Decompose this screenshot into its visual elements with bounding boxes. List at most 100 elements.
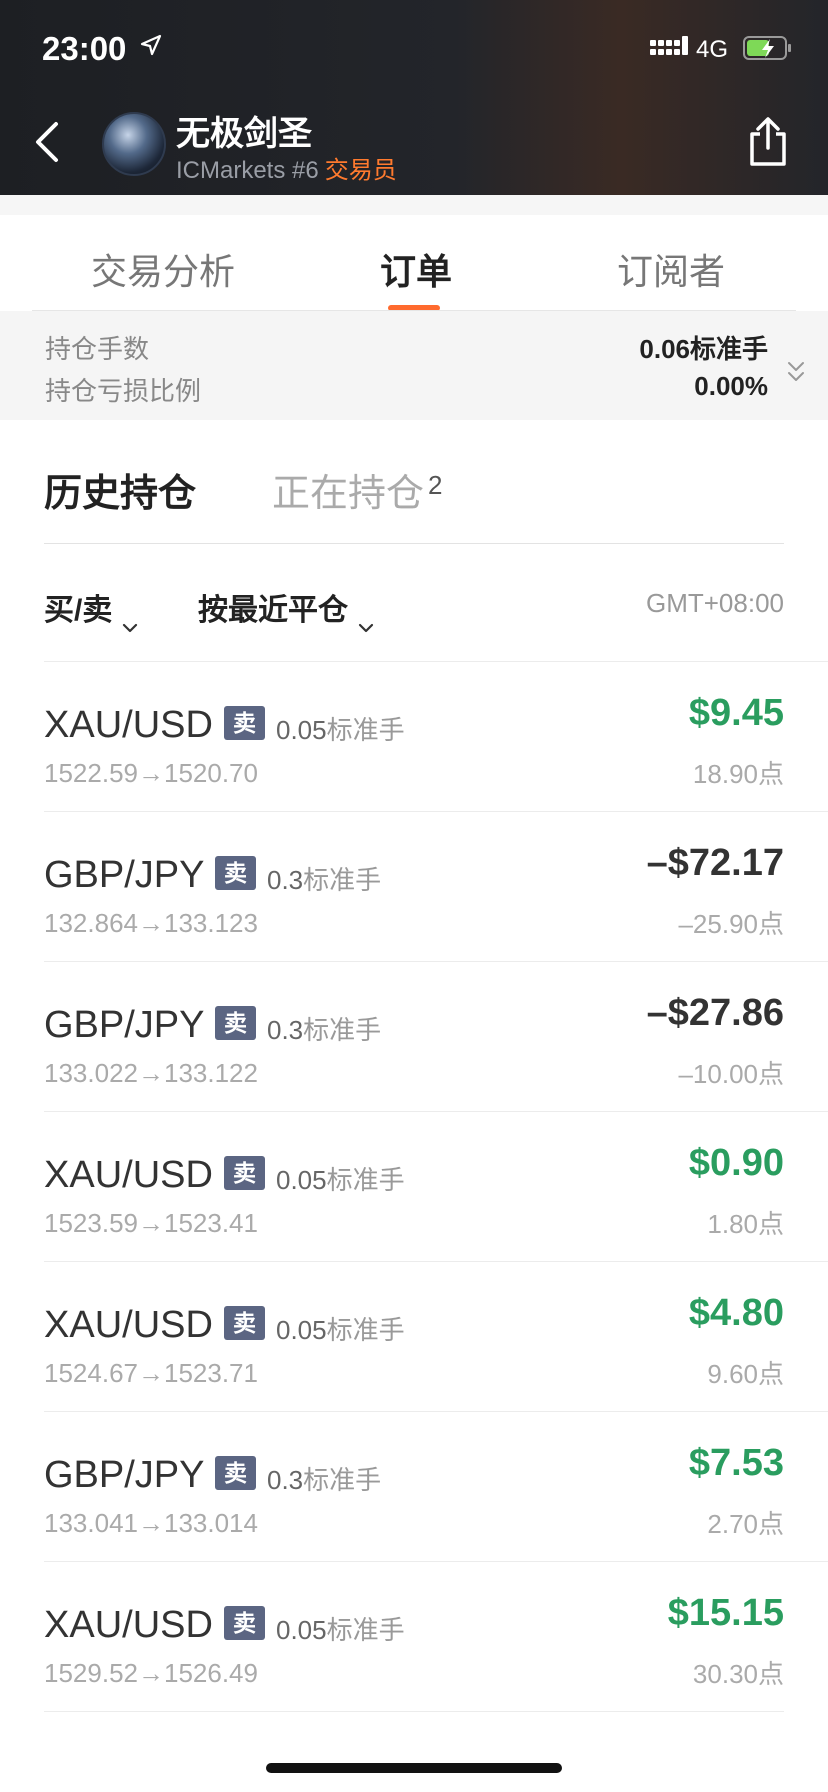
order-lots-value: 0.3 bbox=[267, 865, 304, 895]
status-bar: 23:00 4G bbox=[0, 26, 828, 76]
sort-filter-label: 按最近平仓 bbox=[198, 594, 348, 627]
signal-icon bbox=[650, 36, 688, 62]
separator bbox=[0, 195, 828, 215]
order-lots-value: 0.05 bbox=[276, 715, 327, 745]
order-profit: $4.80 bbox=[688, 1292, 784, 1334]
order-points: 1.80点 bbox=[707, 1209, 784, 1239]
order-profit: $7.53 bbox=[688, 1442, 784, 1484]
sort-filter-dropdown[interactable]: 按最近平仓 bbox=[198, 585, 374, 633]
loss-ratio-label: 持仓亏损比例 bbox=[45, 376, 202, 406]
status-time: 23:00 bbox=[42, 30, 127, 67]
order-lots: 0.3标准手 bbox=[267, 860, 381, 897]
lots-label: 持仓手数 bbox=[45, 334, 150, 364]
order-lots: 0.05标准手 bbox=[276, 710, 405, 747]
order-profit: –$27.86 bbox=[646, 992, 784, 1034]
order-prices: 1524.67→1523.71 bbox=[44, 1358, 258, 1388]
order-side-badge: 卖 bbox=[224, 706, 265, 740]
order-lots-unit: 标准手 bbox=[303, 1465, 382, 1495]
order-lots: 0.3标准手 bbox=[267, 1010, 381, 1047]
order-lots-unit: 标准手 bbox=[303, 865, 382, 895]
order-lots-unit: 标准手 bbox=[326, 1165, 405, 1195]
order-row[interactable]: XAU/USD 卖 0.05标准手 1524.67→1523.71 $4.80 … bbox=[44, 1261, 828, 1411]
trader-subtitle: ICMarkets #6 交易员 bbox=[176, 150, 397, 185]
order-prices: 1523.59→1523.41 bbox=[44, 1208, 258, 1238]
order-row[interactable]: GBP/JPY 卖 0.3标准手 133.041→133.014 $7.53 2… bbox=[44, 1411, 828, 1561]
order-side-badge: 卖 bbox=[224, 1156, 265, 1190]
order-points: –10.00点 bbox=[678, 1059, 784, 1089]
back-arrow-icon[interactable] bbox=[28, 118, 68, 166]
order-lots-value: 0.05 bbox=[276, 1615, 327, 1645]
chevron-down-icon bbox=[122, 607, 138, 633]
order-symbol: XAU/USD bbox=[44, 704, 213, 746]
order-side-badge: 卖 bbox=[215, 1456, 256, 1490]
share-icon[interactable] bbox=[746, 116, 790, 168]
order-lots-value: 0.3 bbox=[267, 1015, 304, 1045]
order-symbol: GBP/JPY bbox=[44, 1454, 205, 1496]
order-points: –25.90点 bbox=[678, 909, 784, 939]
divider bbox=[44, 543, 784, 544]
side-filter-dropdown[interactable]: 买/卖 bbox=[44, 585, 138, 633]
battery-icon bbox=[743, 36, 793, 62]
order-lots-unit: 标准手 bbox=[326, 715, 405, 745]
tab-orders[interactable]: 订单 bbox=[380, 243, 452, 295]
open-positions-count: 2 bbox=[428, 470, 443, 500]
order-profit: $0.90 bbox=[688, 1142, 784, 1184]
network-type: 4G bbox=[696, 36, 729, 63]
order-symbol: XAU/USD bbox=[44, 1304, 213, 1346]
open-positions-label: 正在持仓 bbox=[272, 473, 425, 515]
order-row[interactable]: GBP/JPY 卖 0.3标准手 133.022→133.122 –$27.86… bbox=[44, 961, 828, 1111]
order-prices: 1529.52→1526.49 bbox=[44, 1658, 258, 1688]
order-lots-unit: 标准手 bbox=[326, 1615, 405, 1645]
expand-chevron-icon[interactable] bbox=[786, 359, 806, 387]
avatar[interactable] bbox=[102, 112, 166, 176]
order-lots: 0.05标准手 bbox=[276, 1310, 405, 1347]
chevron-down-icon bbox=[358, 607, 374, 633]
order-points: 2.70点 bbox=[707, 1509, 784, 1539]
order-points: 9.60点 bbox=[707, 1359, 784, 1389]
order-side-badge: 卖 bbox=[224, 1606, 265, 1640]
timezone-label: GMT+08:00 bbox=[645, 588, 784, 618]
order-symbol: GBP/JPY bbox=[44, 1004, 205, 1046]
order-row[interactable]: XAU/USD 卖 0.05标准手 1522.59→1520.70 $9.45 … bbox=[44, 661, 828, 811]
top-bar: 23:00 4G 无极剑圣 ICMarkets #6 交易员 bbox=[0, 0, 828, 195]
order-lots-unit: 标准手 bbox=[303, 1015, 382, 1045]
main-tabs: 交易分析 订单 订阅者 bbox=[0, 215, 828, 311]
broker-label: ICMarkets #6 bbox=[176, 157, 319, 184]
order-points: 30.30点 bbox=[692, 1659, 784, 1689]
order-side-badge: 卖 bbox=[215, 856, 256, 890]
tab-analysis[interactable]: 交易分析 bbox=[91, 243, 235, 295]
order-side-badge: 卖 bbox=[215, 1006, 256, 1040]
order-profit: –$72.17 bbox=[646, 842, 784, 884]
orders-list: XAU/USD 卖 0.05标准手 1522.59→1520.70 $9.45 … bbox=[0, 661, 828, 1712]
tab-open-positions[interactable]: 正在持仓 2 bbox=[272, 462, 442, 517]
order-symbol: GBP/JPY bbox=[44, 854, 205, 896]
order-lots: 0.3标准手 bbox=[267, 1460, 381, 1497]
order-prices: 133.041→133.014 bbox=[44, 1508, 258, 1538]
order-lots-value: 0.05 bbox=[276, 1165, 327, 1195]
order-lots-value: 0.3 bbox=[267, 1465, 304, 1495]
order-prices: 133.022→133.122 bbox=[44, 1058, 258, 1088]
order-profit: $9.45 bbox=[688, 692, 784, 734]
order-row[interactable]: XAU/USD 卖 0.05标准手 1529.52→1526.49 $15.15… bbox=[44, 1561, 828, 1711]
order-row[interactable]: XAU/USD 卖 0.05标准手 1523.59→1523.41 $0.90 … bbox=[44, 1111, 828, 1261]
trader-name: 无极剑圣 bbox=[176, 115, 312, 153]
nav-bar: 无极剑圣 ICMarkets #6 交易员 bbox=[0, 100, 828, 190]
lots-value: 0.06标准手 bbox=[639, 334, 768, 364]
order-prices: 132.864→133.123 bbox=[44, 908, 258, 938]
order-lots: 0.05标准手 bbox=[276, 1610, 405, 1647]
position-summary[interactable]: 持仓手数 0.06标准手 持仓亏损比例 0.00% bbox=[0, 311, 828, 420]
order-lots-value: 0.05 bbox=[276, 1315, 327, 1345]
order-lots-unit: 标准手 bbox=[326, 1315, 405, 1345]
tab-subscribers[interactable]: 订阅者 bbox=[617, 243, 725, 295]
order-symbol: XAU/USD bbox=[44, 1154, 213, 1196]
loss-ratio-value: 0.00% bbox=[694, 371, 768, 401]
divider bbox=[44, 1711, 784, 1712]
side-filter-label: 买/卖 bbox=[44, 594, 113, 627]
order-lots: 0.05标准手 bbox=[276, 1160, 405, 1197]
order-side-badge: 卖 bbox=[224, 1306, 265, 1340]
order-row[interactable]: GBP/JPY 卖 0.3标准手 132.864→133.123 –$72.17… bbox=[44, 811, 828, 961]
location-arrow-icon bbox=[140, 34, 162, 63]
home-indicator bbox=[266, 1763, 562, 1773]
order-profit: $15.15 bbox=[667, 1592, 784, 1634]
tab-history-positions[interactable]: 历史持仓 bbox=[44, 462, 196, 517]
